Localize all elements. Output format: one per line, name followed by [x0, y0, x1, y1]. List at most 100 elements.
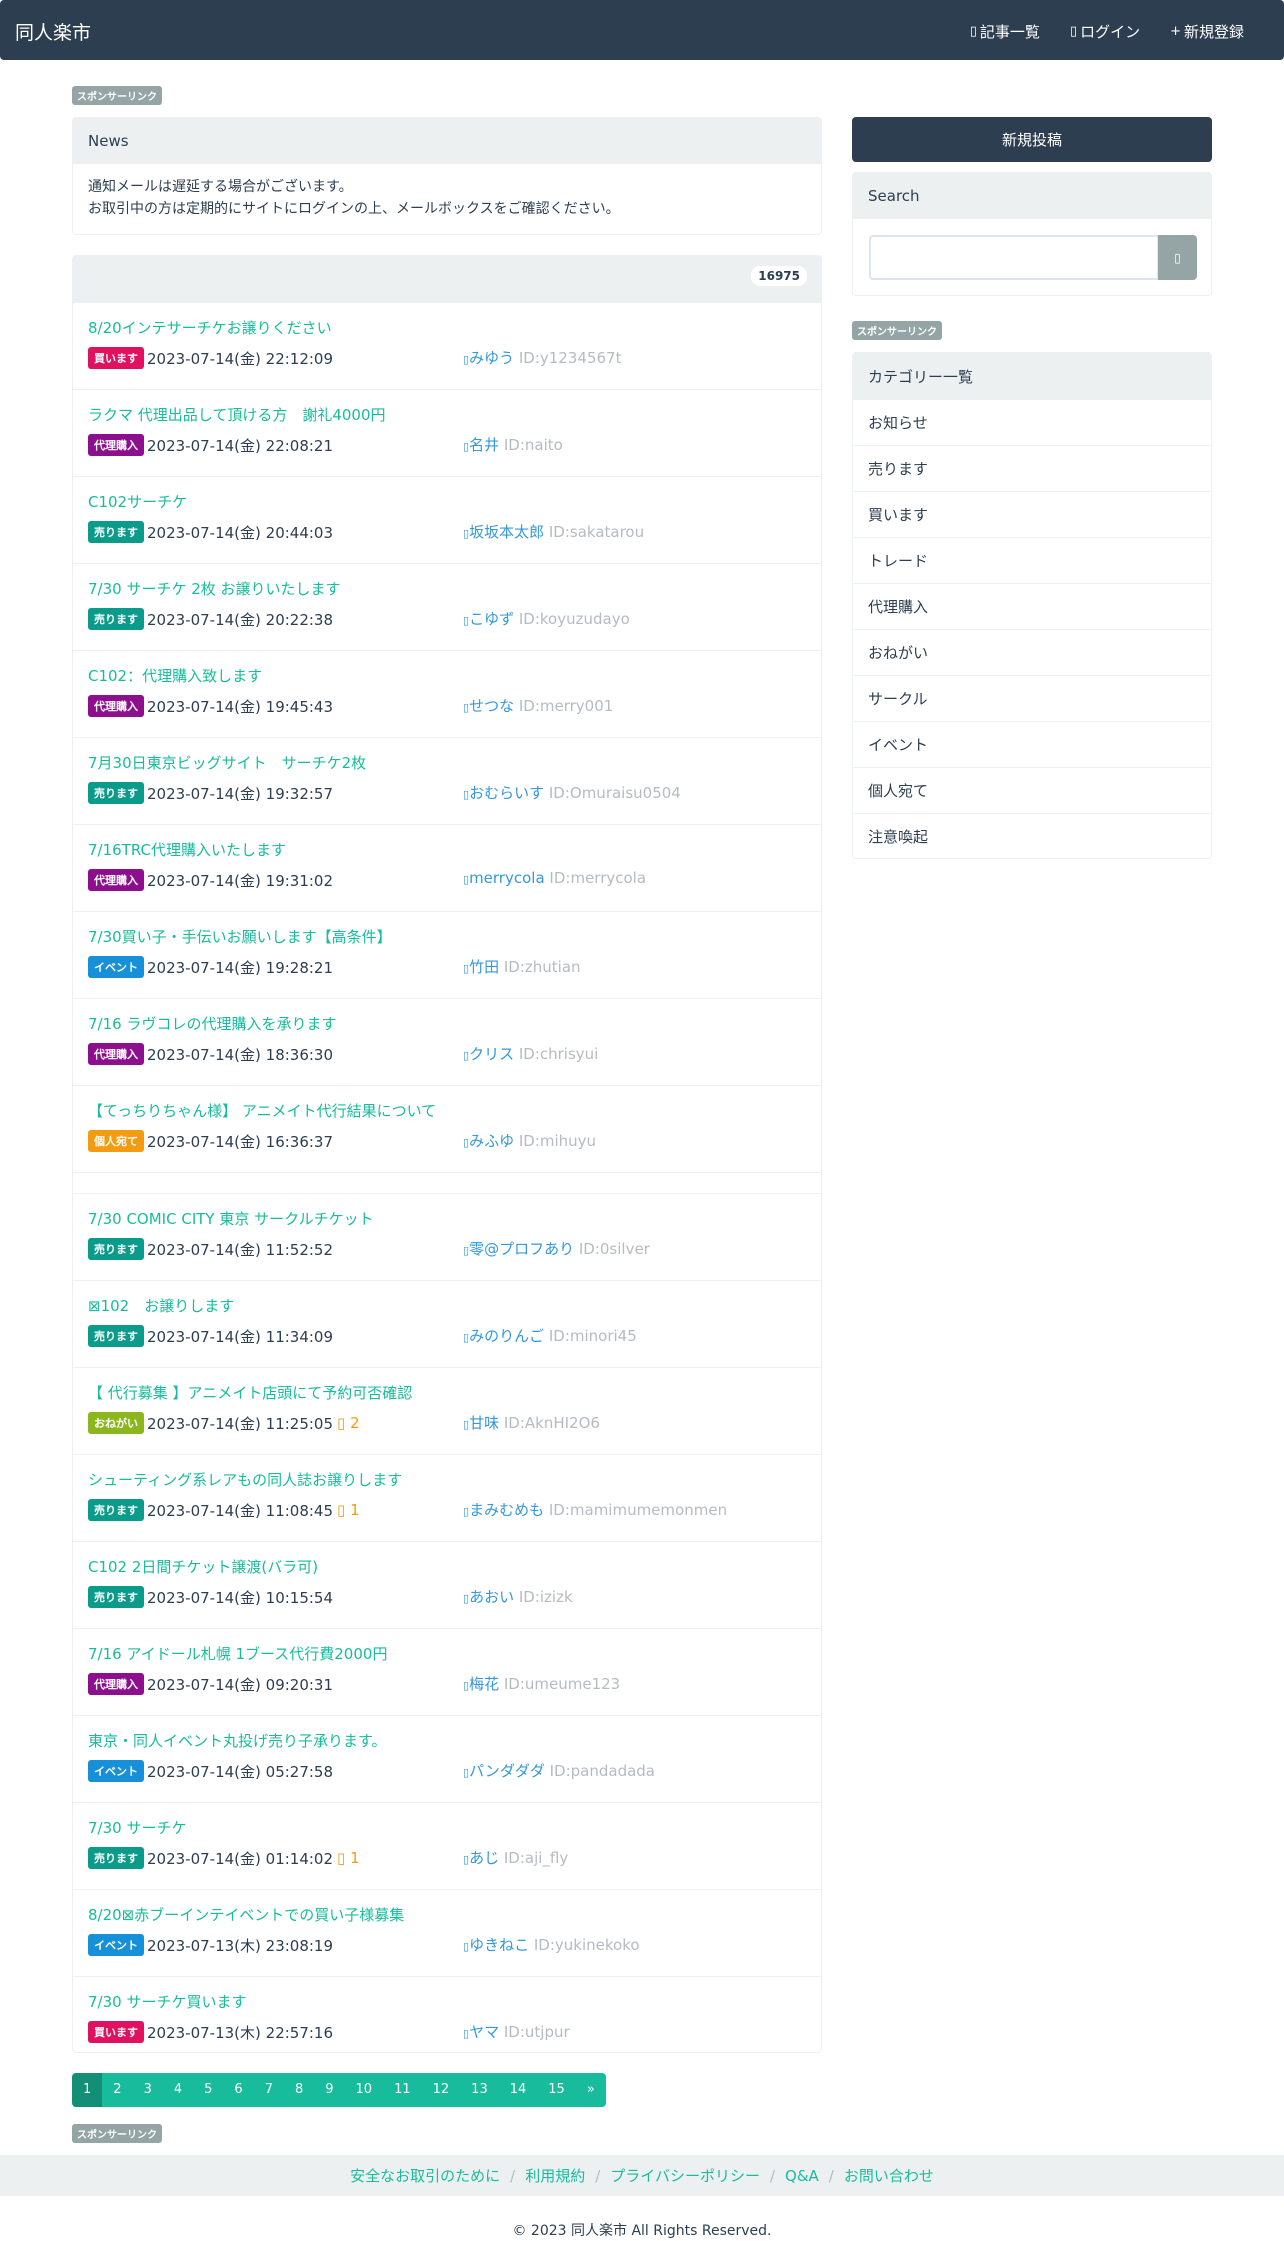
search-button[interactable]: ▯	[1158, 235, 1197, 280]
post-title-link[interactable]: 8/20インテサーチケお譲りください	[88, 317, 332, 338]
category-label[interactable]: 売ります	[88, 782, 144, 804]
post-author-link[interactable]: ▯おむらいす ID:Omuraisu0504	[463, 782, 681, 803]
category-item[interactable]: 注意喚起	[853, 813, 1211, 859]
category-item[interactable]: 代理購入	[853, 583, 1211, 629]
post-title-link[interactable]: C102 2日間チケット譲渡(バラ可)	[88, 1556, 318, 1577]
category-item[interactable]: イベント	[853, 721, 1211, 767]
post-title-link[interactable]: 7/16 アイドール札幌 1ブース代行費2000円	[88, 1643, 387, 1664]
page-button[interactable]: 9	[314, 2073, 345, 2107]
post-author-link[interactable]: ▯零@プロフあり ID:0silver	[463, 1238, 650, 1259]
post-author-link[interactable]: ▯あじ ID:aji_fly	[463, 1847, 568, 1868]
category-item[interactable]: 売ります	[853, 445, 1211, 491]
footer-link[interactable]: お問い合わせ	[844, 2165, 934, 2186]
category-item[interactable]: おねがい	[853, 629, 1211, 675]
post-title-link[interactable]: 7/30 サーチケ	[88, 1817, 186, 1838]
category-label[interactable]: 代理購入	[88, 695, 144, 717]
page-button[interactable]: 13	[460, 2073, 499, 2107]
post-title-link[interactable]: 7/30 サーチケ買います	[88, 1991, 246, 2012]
post-author-link[interactable]: ▯パンダダダ ID:pandadada	[463, 1760, 655, 1781]
post-title-link[interactable]: ラクマ 代理出品して頂ける方 謝礼4000円	[88, 404, 386, 425]
post-author-link[interactable]: ▯名井 ID:naito	[463, 434, 563, 455]
category-label[interactable]: 売ります	[88, 1325, 144, 1347]
footer-link[interactable]: 安全なお取引のために	[350, 2165, 500, 2186]
nav-post-list-link[interactable]: ▯ 記事一覧	[970, 21, 1040, 42]
post-author-link[interactable]: ▯梅花 ID:umeume123	[463, 1673, 620, 1694]
category-label[interactable]: おねがい	[88, 1412, 144, 1434]
page-button[interactable]: 12	[421, 2073, 461, 2107]
category-label[interactable]: イベント	[88, 1760, 144, 1782]
category-item[interactable]: お知らせ	[853, 399, 1211, 445]
post-author-link[interactable]: ▯みゆう ID:y1234567t	[463, 347, 621, 368]
post-title-link[interactable]: ⊠102 お譲りします	[88, 1295, 234, 1316]
category-label[interactable]: 売ります	[88, 1499, 144, 1521]
page-button[interactable]: 2	[102, 2073, 133, 2107]
new-post-button[interactable]: 新規投稿	[852, 117, 1212, 162]
post-title-link[interactable]: 8/20⊠赤ブーインテイベントでの買い子様募集	[88, 1904, 404, 1925]
page-button[interactable]: 4	[162, 2073, 194, 2107]
post-meta: 売ります 2023-07-14(金) 01:14:02 ▯ 1	[88, 1847, 360, 1869]
post-title-link[interactable]: 7/30買い子・手伝いお願いします【高条件】	[88, 926, 392, 947]
page-button[interactable]: 15	[537, 2073, 576, 2107]
page-button[interactable]: 5	[193, 2073, 224, 2107]
post-author-link[interactable]: ▯ヤマ ID:utjpur	[463, 2021, 570, 2042]
post-author-link[interactable]: ▯せつな ID:merry001	[463, 695, 613, 716]
post-author-link[interactable]: ▯こゆず ID:koyuzudayo	[463, 608, 630, 629]
post-author-link[interactable]: ▯あおい ID:izizk	[463, 1586, 573, 1607]
nav-login-link[interactable]: ▯ ログイン	[1070, 21, 1140, 42]
post-title-link[interactable]: 東京・同人イベント丸投げ売り子承ります。	[88, 1730, 387, 1751]
category-label[interactable]: 代理購入	[88, 434, 144, 456]
post-title-link[interactable]: 7/16TRC代理購入いたします	[88, 839, 286, 860]
category-label[interactable]: 売ります	[88, 1847, 144, 1869]
post-author-link[interactable]: ▯坂坂本太郎 ID:sakatarou	[463, 521, 644, 542]
category-item[interactable]: サークル	[853, 675, 1211, 721]
post-title-link[interactable]: 【 代行募集 】アニメイト店頭にて予約可否確認	[88, 1382, 412, 1403]
page-button[interactable]: 7	[253, 2073, 284, 2107]
category-label[interactable]: イベント	[88, 1934, 144, 1956]
post-author-link[interactable]: ▯merrycola ID:merrycola	[463, 869, 646, 887]
post-author-link[interactable]: ▯みふゆ ID:mihuyu	[463, 1130, 596, 1151]
next-page-button[interactable]: »	[575, 2073, 606, 2107]
post-author-link[interactable]: ▯ゆきねこ ID:yukinekoko	[463, 1934, 640, 1955]
page-button[interactable]: 11	[383, 2073, 422, 2107]
post-title-link[interactable]: 7/16 ラヴコレの代理購入を承ります	[88, 1013, 336, 1034]
category-label[interactable]: 買います	[88, 2021, 144, 2043]
post-author-link[interactable]: ▯クリス ID:chrisyui	[463, 1043, 598, 1064]
post-title-link[interactable]: 7/30 サーチケ 2枚 お譲りいたします	[88, 578, 341, 599]
post-meta: 売ります 2023-07-14(金) 11:52:52	[88, 1238, 333, 1260]
page-button[interactable]: 6	[223, 2073, 254, 2107]
post-title-link[interactable]: C102サーチケ	[88, 491, 187, 512]
page-button[interactable]: 14	[498, 2073, 538, 2107]
footer-link[interactable]: プライバシーポリシー	[610, 2165, 760, 2186]
category-label[interactable]: 代理購入	[88, 869, 144, 891]
category-item[interactable]: 買います	[853, 491, 1211, 537]
post-author-link[interactable]: ▯甘味 ID:AknHI2O6	[463, 1412, 600, 1433]
category-label[interactable]: 買います	[88, 347, 144, 369]
footer-link[interactable]: 利用規約	[525, 2165, 585, 2186]
post-author-link[interactable]: ▯竹田 ID:zhutian	[463, 956, 581, 977]
post-title-link[interactable]: 7/30 COMIC CITY 東京 サークルチケット	[88, 1208, 374, 1229]
post-author-link[interactable]: ▯みのりんご ID:minori45	[463, 1325, 637, 1346]
post-title-link[interactable]: C102：代理購入致します	[88, 665, 262, 686]
category-label[interactable]: 代理購入	[88, 1673, 144, 1695]
nav-register-link[interactable]: + 新規登録	[1170, 21, 1244, 42]
category-label[interactable]: 個人宛て	[88, 1130, 144, 1152]
page-button[interactable]: 1	[72, 2073, 103, 2107]
search-input[interactable]	[869, 235, 1159, 280]
page-button[interactable]: 10	[344, 2073, 384, 2107]
category-label[interactable]: 代理購入	[88, 1043, 144, 1065]
category-label[interactable]: 売ります	[88, 608, 144, 630]
category-item[interactable]: 個人宛て	[853, 767, 1211, 813]
post-title-link[interactable]: 【てっちりちゃん様】 アニメイト代行結果について	[88, 1100, 436, 1121]
page-button[interactable]: 8	[283, 2073, 315, 2107]
post-title-link[interactable]: シューティング系レアもの同人誌お譲りします	[88, 1469, 402, 1490]
page-button[interactable]: 3	[132, 2073, 163, 2107]
post-title-link[interactable]: 7月30日東京ビッグサイト サーチケ2枚	[88, 752, 366, 773]
category-label[interactable]: 売ります	[88, 521, 144, 543]
footer-link[interactable]: Q&A	[785, 2167, 819, 2185]
site-brand[interactable]: 同人楽市	[15, 18, 91, 45]
category-item[interactable]: トレード	[853, 537, 1211, 583]
category-label[interactable]: イベント	[88, 956, 144, 978]
category-label[interactable]: 売ります	[88, 1238, 144, 1260]
post-author-link[interactable]: ▯まみむめも ID:mamimumemonmen	[463, 1499, 727, 1520]
category-label[interactable]: 売ります	[88, 1586, 144, 1608]
